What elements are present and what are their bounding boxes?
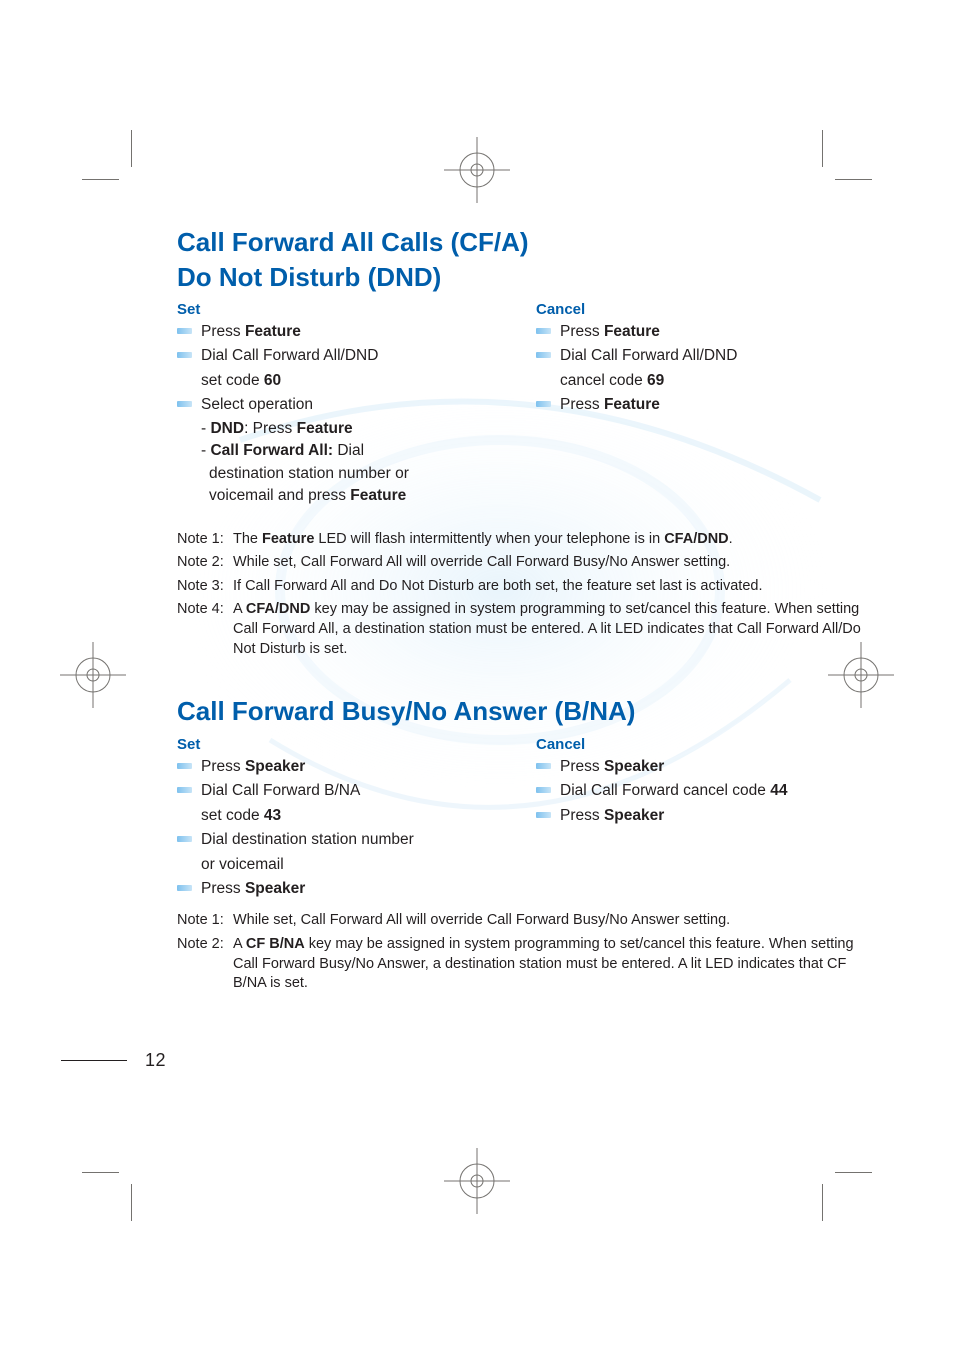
list-item: Dial Call Forward B/NA bbox=[177, 779, 518, 803]
section1-set-column: Set Press Feature Dial Call Forward All/… bbox=[177, 297, 518, 508]
note-label: Note 1: bbox=[177, 530, 233, 550]
list-item: Dial destination station number bbox=[177, 828, 518, 852]
note-label: Note 1: bbox=[177, 911, 233, 931]
note-row: Note 2: While set, Call Forward All will… bbox=[177, 553, 877, 573]
list-item: cancel code 69 bbox=[536, 369, 877, 393]
section1-title-line1: Call Forward All Calls (CF/A) bbox=[177, 226, 877, 259]
crop-mark bbox=[131, 130, 132, 167]
crop-mark bbox=[835, 1172, 872, 1173]
section1-notes: Note 1: The Feature LED will flash inter… bbox=[177, 530, 877, 659]
crop-mark bbox=[822, 130, 823, 167]
list-item: set code 43 bbox=[177, 804, 518, 828]
list-item: Press Speaker bbox=[536, 755, 877, 779]
note-text: A CFA/DND key may be assigned in system … bbox=[233, 600, 877, 659]
section1-title-line2: Do Not Disturb (DND) bbox=[177, 261, 877, 294]
list-item: or voicemail bbox=[177, 853, 518, 877]
sub-list-item: - DND: Press Feature bbox=[177, 418, 518, 440]
list-item: Press Feature bbox=[536, 393, 877, 417]
note-text: If Call Forward All and Do Not Disturb a… bbox=[233, 577, 877, 597]
list-item: Press Speaker bbox=[177, 877, 518, 901]
crop-mark bbox=[131, 1184, 132, 1221]
registration-mark-top bbox=[444, 137, 510, 203]
section2-title: Call Forward Busy/No Answer (B/NA) bbox=[177, 695, 877, 728]
cancel-heading: Cancel bbox=[536, 736, 877, 753]
sub-list-item: voicemail and press Feature bbox=[177, 485, 518, 507]
section2-set-column: Set Press Speaker Dial Call Forward B/NA… bbox=[177, 732, 518, 902]
crop-mark bbox=[82, 1172, 119, 1173]
set-heading: Set bbox=[177, 301, 518, 318]
list-item: Dial Call Forward All/DND bbox=[536, 344, 877, 368]
note-text: A CF B/NA key may be assigned in system … bbox=[233, 935, 877, 994]
note-row: Note 1: While set, Call Forward All will… bbox=[177, 911, 877, 931]
section1-cancel-column: Cancel Press Feature Dial Call Forward A… bbox=[536, 297, 877, 508]
registration-mark-left bbox=[60, 642, 126, 708]
crop-mark bbox=[822, 1184, 823, 1221]
list-item: Press Feature bbox=[536, 320, 877, 344]
note-text: The Feature LED will flash intermittentl… bbox=[233, 530, 877, 550]
page-number-wrap: 12 bbox=[61, 1050, 166, 1071]
crop-mark bbox=[82, 179, 119, 180]
note-row: Note 1: The Feature LED will flash inter… bbox=[177, 530, 877, 550]
list-item: Press Speaker bbox=[536, 804, 877, 828]
list-item: Press Feature bbox=[177, 320, 518, 344]
list-item: Dial Call Forward cancel code 44 bbox=[536, 779, 877, 803]
cancel-heading: Cancel bbox=[536, 301, 877, 318]
note-row: Note 3: If Call Forward All and Do Not D… bbox=[177, 577, 877, 597]
list-item: Dial Call Forward All/DND bbox=[177, 344, 518, 368]
page-number: 12 bbox=[145, 1050, 166, 1071]
note-label: Note 2: bbox=[177, 553, 233, 573]
section2-cancel-column: Cancel Press Speaker Dial Call Forward c… bbox=[536, 732, 877, 902]
section2: Call Forward Busy/No Answer (B/NA) Set P… bbox=[177, 695, 877, 994]
sub-list-item: - Call Forward All: Dial bbox=[177, 440, 518, 462]
note-label: Note 4: bbox=[177, 600, 233, 659]
set-heading: Set bbox=[177, 736, 518, 753]
note-text: While set, Call Forward All will overrid… bbox=[233, 553, 877, 573]
crop-mark bbox=[835, 179, 872, 180]
note-row: Note 4: A CFA/DND key may be assigned in… bbox=[177, 600, 877, 659]
section2-notes: Note 1: While set, Call Forward All will… bbox=[177, 911, 877, 993]
page-content: Call Forward All Calls (CF/A) Do Not Dis… bbox=[177, 226, 877, 998]
page-number-rule bbox=[61, 1060, 127, 1061]
list-item: set code 60 bbox=[177, 369, 518, 393]
note-text: While set, Call Forward All will overrid… bbox=[233, 911, 877, 931]
note-label: Note 3: bbox=[177, 577, 233, 597]
list-item: Press Speaker bbox=[177, 755, 518, 779]
note-label: Note 2: bbox=[177, 935, 233, 994]
registration-mark-bottom bbox=[444, 1148, 510, 1214]
note-row: Note 2: A CF B/NA key may be assigned in… bbox=[177, 935, 877, 994]
list-item: Select operation bbox=[177, 393, 518, 417]
sub-list-item: destination station number or bbox=[177, 463, 518, 485]
